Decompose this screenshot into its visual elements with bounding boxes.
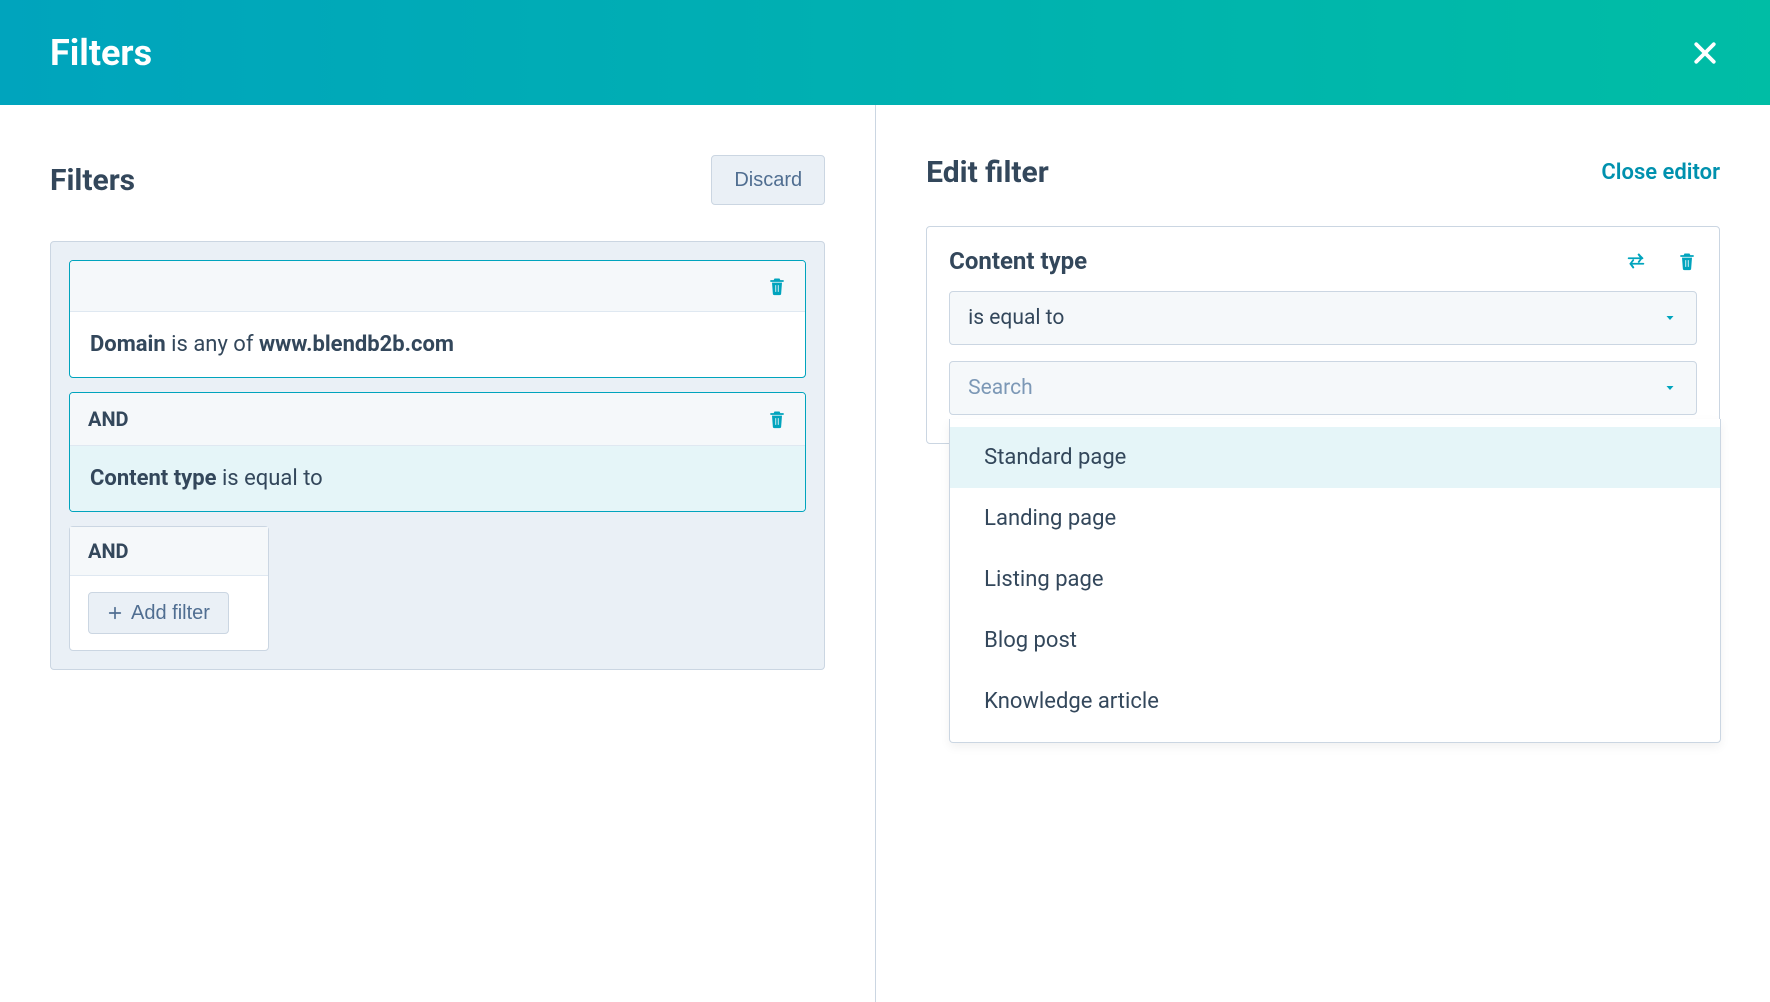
dropdown-option[interactable]: Blog post [950,610,1720,671]
close-editor-link[interactable]: Close editor [1601,160,1720,185]
filters-pane-header: Filters Discard [50,155,825,205]
close-icon[interactable] [1690,38,1720,68]
editor-panel-header: Content type [949,247,1697,275]
filter-field: Content type [90,466,217,491]
trash-icon[interactable] [767,408,787,430]
discard-button[interactable]: Discard [711,155,825,205]
content: Filters Discard Domain is any of www.ble… [0,105,1770,1002]
filter-card[interactable]: AND Content type is equal to [69,392,806,512]
editor-pane: Edit filter Close editor Content type [876,105,1770,1002]
plus-icon [107,605,123,621]
operator-select-value: is equal to [968,306,1064,330]
editor-heading: Edit filter [926,155,1049,190]
and-label: AND [70,527,268,576]
value-dropdown: Standard page Landing page Listing page … [949,419,1721,743]
operator-select[interactable]: is equal to [949,291,1697,345]
dropdown-option[interactable]: Knowledge article [950,671,1720,732]
trash-icon[interactable] [767,275,787,297]
editor-field-label: Content type [949,247,1087,275]
page-title: Filters [50,32,152,74]
and-label: AND [88,407,129,431]
filter-card-head: AND [70,393,805,446]
chevron-down-icon [1662,312,1678,324]
value-select[interactable] [949,361,1697,415]
filter-field: Domain [90,332,166,357]
dropdown-option[interactable]: Landing page [950,488,1720,549]
filters-pane: Filters Discard Domain is any of www.ble… [0,105,876,1002]
filters-canvas: Domain is any of www.blendb2b.com AND Co… [50,241,825,670]
value-search-input[interactable] [968,376,1662,400]
add-filter-button-label: Add filter [131,603,210,623]
add-filter-card: AND Add filter [69,526,269,651]
dropdown-option[interactable]: Listing page [950,549,1720,610]
filter-card-head [70,261,805,312]
filter-summary: Domain is any of www.blendb2b.com [70,312,805,377]
filter-summary: Content type is equal to [70,446,805,511]
add-filter-button[interactable]: Add filter [88,592,229,634]
filter-value: www.blendb2b.com [259,332,454,357]
trash-icon[interactable] [1677,250,1697,272]
filter-middle: is equal to [217,466,323,491]
filters-heading: Filters [50,163,135,198]
filter-middle: is any of [166,332,259,357]
discard-button-label: Discard [734,170,802,190]
topbar: Filters [0,0,1770,105]
editor-panel-actions [1625,250,1697,272]
chevron-down-icon [1662,382,1678,394]
dropdown-option[interactable]: Standard page [950,427,1720,488]
editor-pane-header: Edit filter Close editor [926,155,1720,190]
filter-card[interactable]: Domain is any of www.blendb2b.com [69,260,806,378]
swap-icon[interactable] [1625,250,1647,272]
editor-panel: Content type [926,226,1720,444]
